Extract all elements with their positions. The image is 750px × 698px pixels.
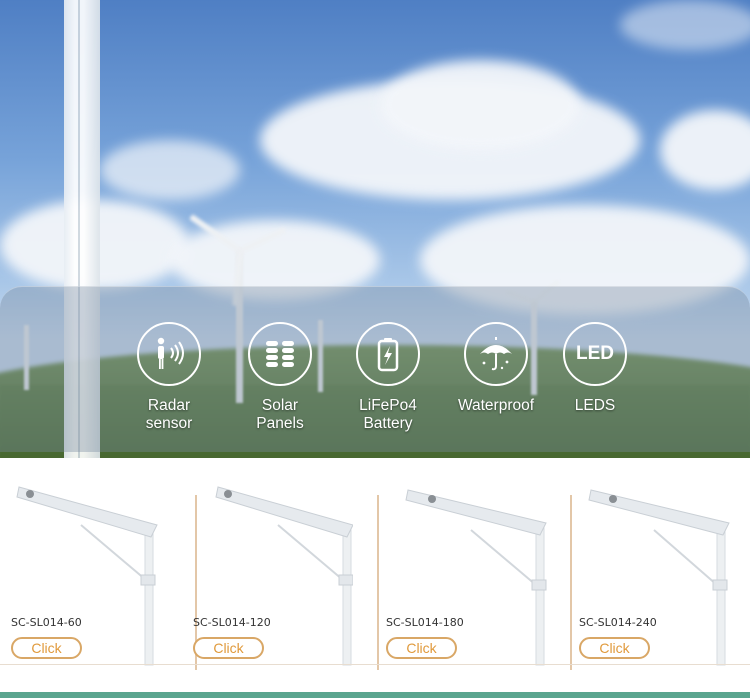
product-card[interactable]: SC-SL014-120 Click <box>193 475 379 680</box>
cloud <box>620 0 750 50</box>
hero-banner: Radar sensor Solar Panels LiFePo4 Batter… <box>0 0 750 458</box>
product-card[interactable]: SC-SL014-240 Click <box>579 475 750 680</box>
click-button[interactable]: Click <box>193 637 264 659</box>
click-button[interactable]: Click <box>11 637 82 659</box>
cloud <box>660 110 750 190</box>
battery-icon <box>356 322 420 386</box>
feature-label: Waterproof <box>457 397 535 414</box>
feature-solar-panels: Solar Panels <box>225 322 335 433</box>
product-card[interactable]: SC-SL014-180 Click <box>386 475 572 680</box>
cloud <box>100 140 240 200</box>
led-icon: LED <box>563 322 627 386</box>
solar-panel-icon <box>248 322 312 386</box>
click-button[interactable]: Click <box>579 637 650 659</box>
cloud <box>380 60 580 150</box>
umbrella-icon <box>464 322 528 386</box>
ground-line <box>0 664 750 665</box>
divider <box>570 495 572 670</box>
accent-bar <box>0 692 750 698</box>
feature-label: LiFePo4 Battery <box>359 397 417 432</box>
feature-label: Radar sensor <box>145 397 193 432</box>
click-button[interactable]: Click <box>386 637 457 659</box>
radar-sensor-icon <box>137 322 201 386</box>
led-icon-text: LED <box>576 343 614 364</box>
feature-label: LEDS <box>574 397 616 414</box>
divider <box>377 495 379 670</box>
product-model: SC-SL014-120 <box>193 616 271 629</box>
product-model: SC-SL014-60 <box>11 616 82 629</box>
product-model: SC-SL014-180 <box>386 616 464 629</box>
feature-label: Solar Panels <box>256 397 304 432</box>
product-model: SC-SL014-240 <box>579 616 657 629</box>
feature-battery: LiFePo4 Battery <box>333 322 443 433</box>
product-card[interactable]: SC-SL014-60 Click <box>11 475 197 680</box>
feature-leds: LED LEDS <box>540 322 650 415</box>
feature-radar-sensor: Radar sensor <box>114 322 224 433</box>
feature-waterproof: Waterproof <box>441 322 551 415</box>
